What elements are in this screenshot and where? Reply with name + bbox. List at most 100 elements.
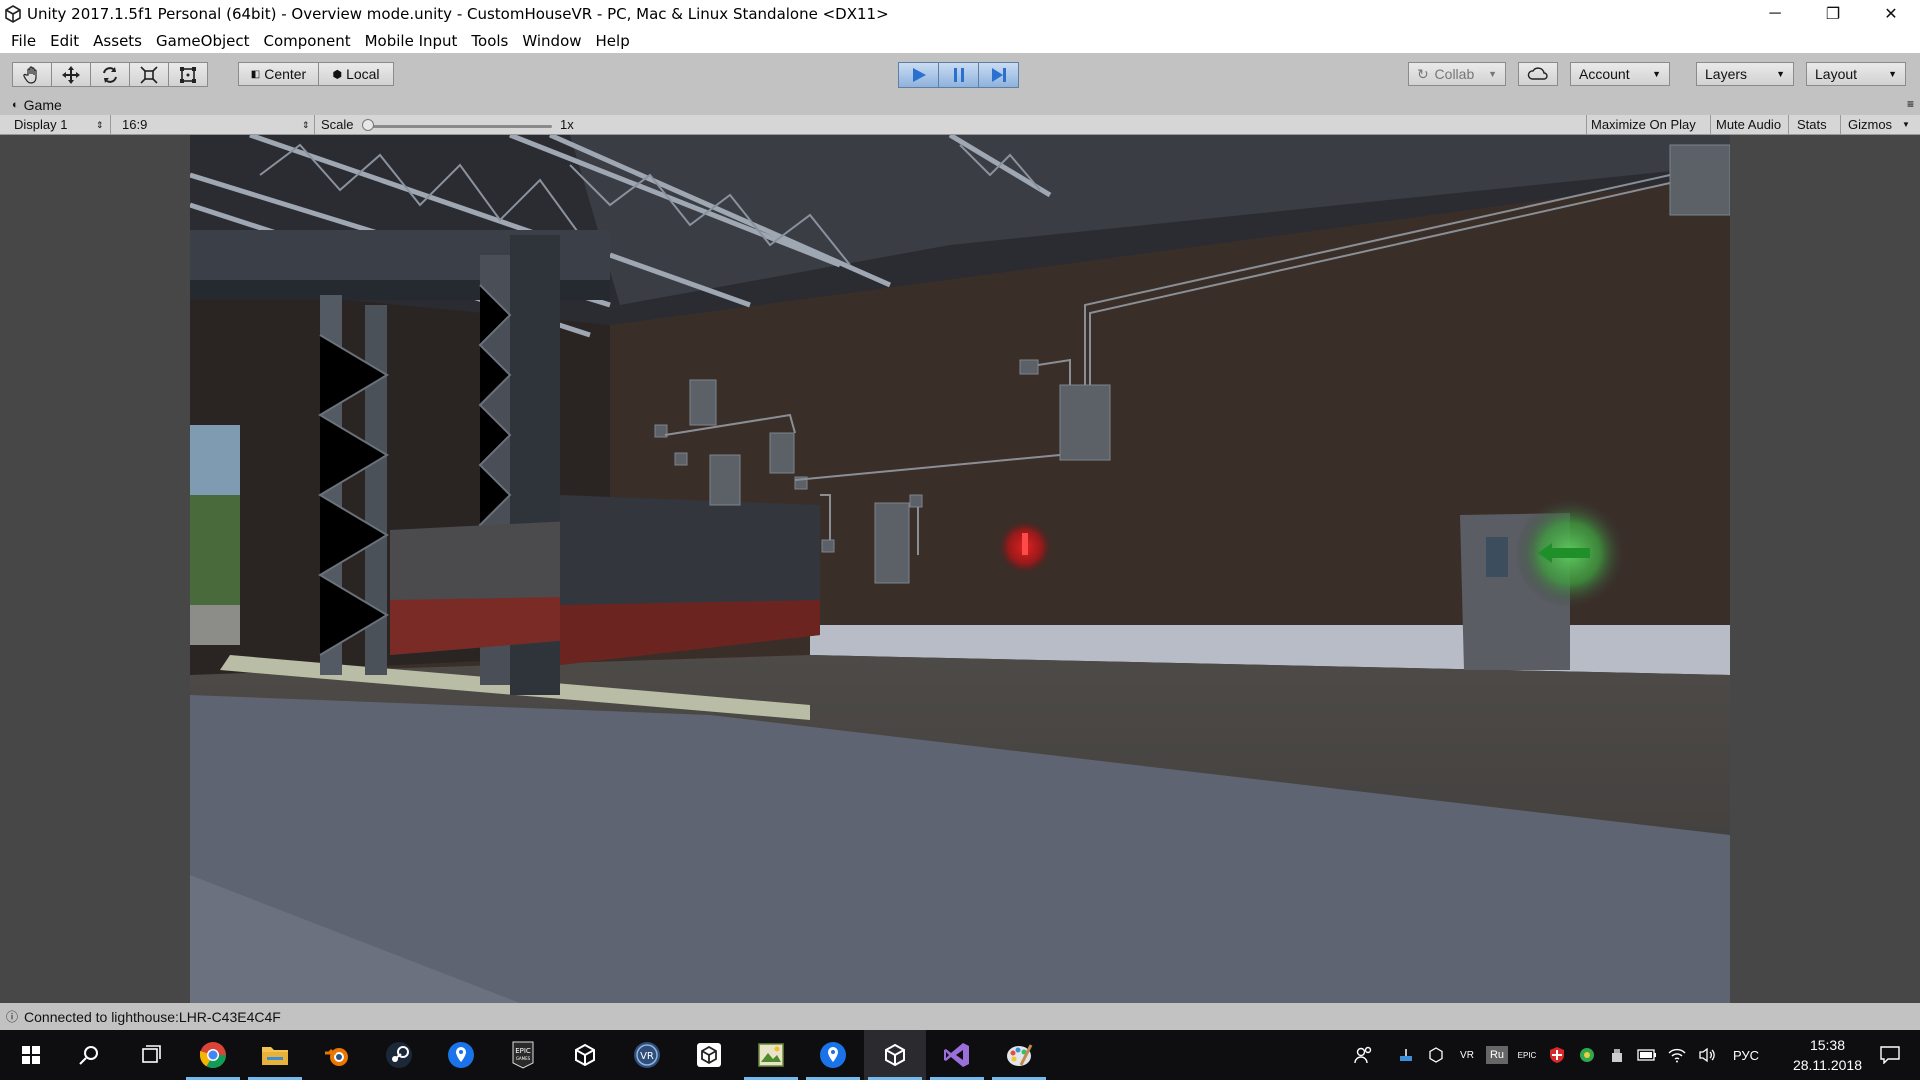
play-controls [898, 62, 1019, 88]
folder-icon [262, 1047, 288, 1065]
rect-tool-button[interactable] [168, 62, 208, 87]
image-app[interactable] [740, 1030, 802, 1080]
clock-time: 15:38 [1809, 1037, 1845, 1053]
step-button[interactable] [978, 62, 1019, 88]
unity-editor-app[interactable] [864, 1030, 926, 1080]
menu-assets[interactable]: Assets [86, 32, 149, 50]
network-driver-icon[interactable] [1396, 1030, 1416, 1080]
pivot-local-button[interactable]: ⬢ Local [318, 62, 394, 86]
dropdown-arrow-icon: ▼ [1488, 69, 1497, 79]
unity-tray-icon[interactable] [1426, 1030, 1446, 1080]
notifications-button[interactable] [1866, 1030, 1914, 1080]
status-bar: ⓘ Connected to lighthouse:LHR-C43E4C4F [0, 1003, 1920, 1030]
menu-mobile-input[interactable]: Mobile Input [358, 32, 465, 50]
hand-tool-button[interactable] [12, 62, 52, 87]
rotate-tool-button[interactable] [90, 62, 130, 87]
scale-tool-button[interactable] [129, 62, 169, 87]
maps-app[interactable] [430, 1030, 492, 1080]
maps-app-2[interactable] [802, 1030, 864, 1080]
unity-icon [697, 1043, 721, 1067]
vr-tray-icon[interactable]: VR [1456, 1030, 1478, 1080]
account-dropdown[interactable]: Account ▼ [1570, 62, 1670, 86]
language-indicator[interactable]: РУС [1728, 1030, 1764, 1080]
search-icon [79, 1046, 98, 1065]
battery-icon[interactable] [1636, 1030, 1658, 1080]
visual-studio-app[interactable] [926, 1030, 988, 1080]
svg-text:GAMES: GAMES [516, 1056, 531, 1061]
restore-button[interactable]: ❐ [1804, 0, 1862, 28]
maps-icon [448, 1042, 474, 1068]
pause-button[interactable] [938, 62, 979, 88]
dropdown-arrow-icon: ▼ [1776, 69, 1785, 79]
menu-gameobject[interactable]: GameObject [149, 32, 257, 50]
steam-app[interactable] [368, 1030, 430, 1080]
menu-help[interactable]: Help [589, 32, 637, 50]
people-icon[interactable] [1350, 1030, 1376, 1080]
visual-studio-icon [944, 1043, 969, 1067]
stats-toggle[interactable]: Stats [1797, 117, 1827, 132]
ru-keyboard-icon[interactable]: Ru [1486, 1046, 1508, 1064]
gizmos-arrow-icon: ▼ [1902, 120, 1910, 129]
wifi-icon[interactable] [1666, 1030, 1688, 1080]
task-view-icon [142, 1045, 161, 1063]
toolbar: ◧ Center ⬢ Local ↻ Collab ▼ Account ▼ Layers ▼… [0, 53, 1920, 95]
clock[interactable]: 15:38 28.11.2018 [1793, 1035, 1862, 1075]
scale-slider-handle[interactable] [362, 119, 374, 131]
pivot-icon: ◧ [250, 68, 261, 80]
game-viewport[interactable] [0, 135, 1920, 1003]
step-icon [991, 68, 1006, 82]
blender-app[interactable] [306, 1030, 368, 1080]
svg-text:VR: VR [640, 1051, 654, 1062]
collab-dropdown[interactable]: ↻ Collab ▼ [1408, 62, 1506, 86]
gizmos-dropdown[interactable]: Gizmos [1848, 117, 1892, 132]
menu-tools[interactable]: Tools [464, 32, 515, 50]
game-scene-render[interactable] [190, 135, 1730, 1003]
pivot-center-button[interactable]: ◧ Center [238, 62, 319, 86]
play-button[interactable] [898, 62, 939, 88]
volume-icon[interactable] [1696, 1030, 1718, 1080]
epic-tray-icon[interactable]: EPIC [1516, 1030, 1538, 1080]
aspect-dropdown[interactable]: 16:9 [122, 117, 147, 132]
info-icon: ⓘ [6, 1010, 19, 1024]
scale-slider[interactable] [368, 125, 552, 128]
usb-icon[interactable] [1606, 1030, 1628, 1080]
tab-menu-icon[interactable]: ≡ [1907, 97, 1914, 111]
rect-icon [180, 66, 196, 83]
chrome-app[interactable] [182, 1030, 244, 1080]
cube-icon: ⬢ [332, 68, 343, 81]
layout-dropdown[interactable]: Layout ▼ [1806, 62, 1906, 86]
cloud-button[interactable] [1518, 62, 1558, 86]
menu-file[interactable]: File [4, 32, 43, 50]
search-button[interactable] [58, 1030, 120, 1080]
shield-icon[interactable] [1546, 1030, 1568, 1080]
move-tool-button[interactable] [51, 62, 91, 87]
play-icon [912, 68, 926, 82]
green-tray-icon[interactable] [1576, 1030, 1598, 1080]
menu-edit[interactable]: Edit [43, 32, 86, 50]
unity-hub-icon [575, 1043, 595, 1067]
vr-icon: VR [634, 1042, 660, 1068]
dropdown-arrow-icon: ▼ [1888, 69, 1897, 79]
vr-app[interactable]: VR [616, 1030, 678, 1080]
rotate-icon [103, 66, 117, 83]
minimize-button[interactable]: ─ [1746, 0, 1804, 28]
unity-hub-app[interactable] [554, 1030, 616, 1080]
unity-app[interactable] [678, 1030, 740, 1080]
game-tab[interactable]: ◐ Game [12, 97, 62, 113]
display-dropdown[interactable]: Display 1 [14, 117, 67, 132]
epic-games-app[interactable]: EPIC GAMES [492, 1030, 554, 1080]
blender-icon [325, 1048, 348, 1066]
paint-app[interactable] [988, 1030, 1050, 1080]
layers-dropdown[interactable]: Layers ▼ [1696, 62, 1794, 86]
close-button[interactable]: ✕ [1862, 0, 1920, 28]
maximize-on-play-toggle[interactable]: Maximize On Play [1591, 117, 1696, 132]
mute-audio-toggle[interactable]: Mute Audio [1716, 117, 1781, 132]
game-view-toolbar: Display 1 ⇕ 16:9 ⇕ Scale 1x Maximize On … [0, 115, 1920, 135]
menu-window[interactable]: Window [515, 32, 588, 50]
file-explorer-app[interactable] [244, 1030, 306, 1080]
task-view-button[interactable] [120, 1030, 182, 1080]
epic-games-icon: EPICGAMES [512, 1041, 534, 1069]
menu-component[interactable]: Component [257, 32, 358, 50]
clock-date: 28.11.2018 [1792, 1057, 1862, 1073]
start-button[interactable] [0, 1030, 62, 1080]
